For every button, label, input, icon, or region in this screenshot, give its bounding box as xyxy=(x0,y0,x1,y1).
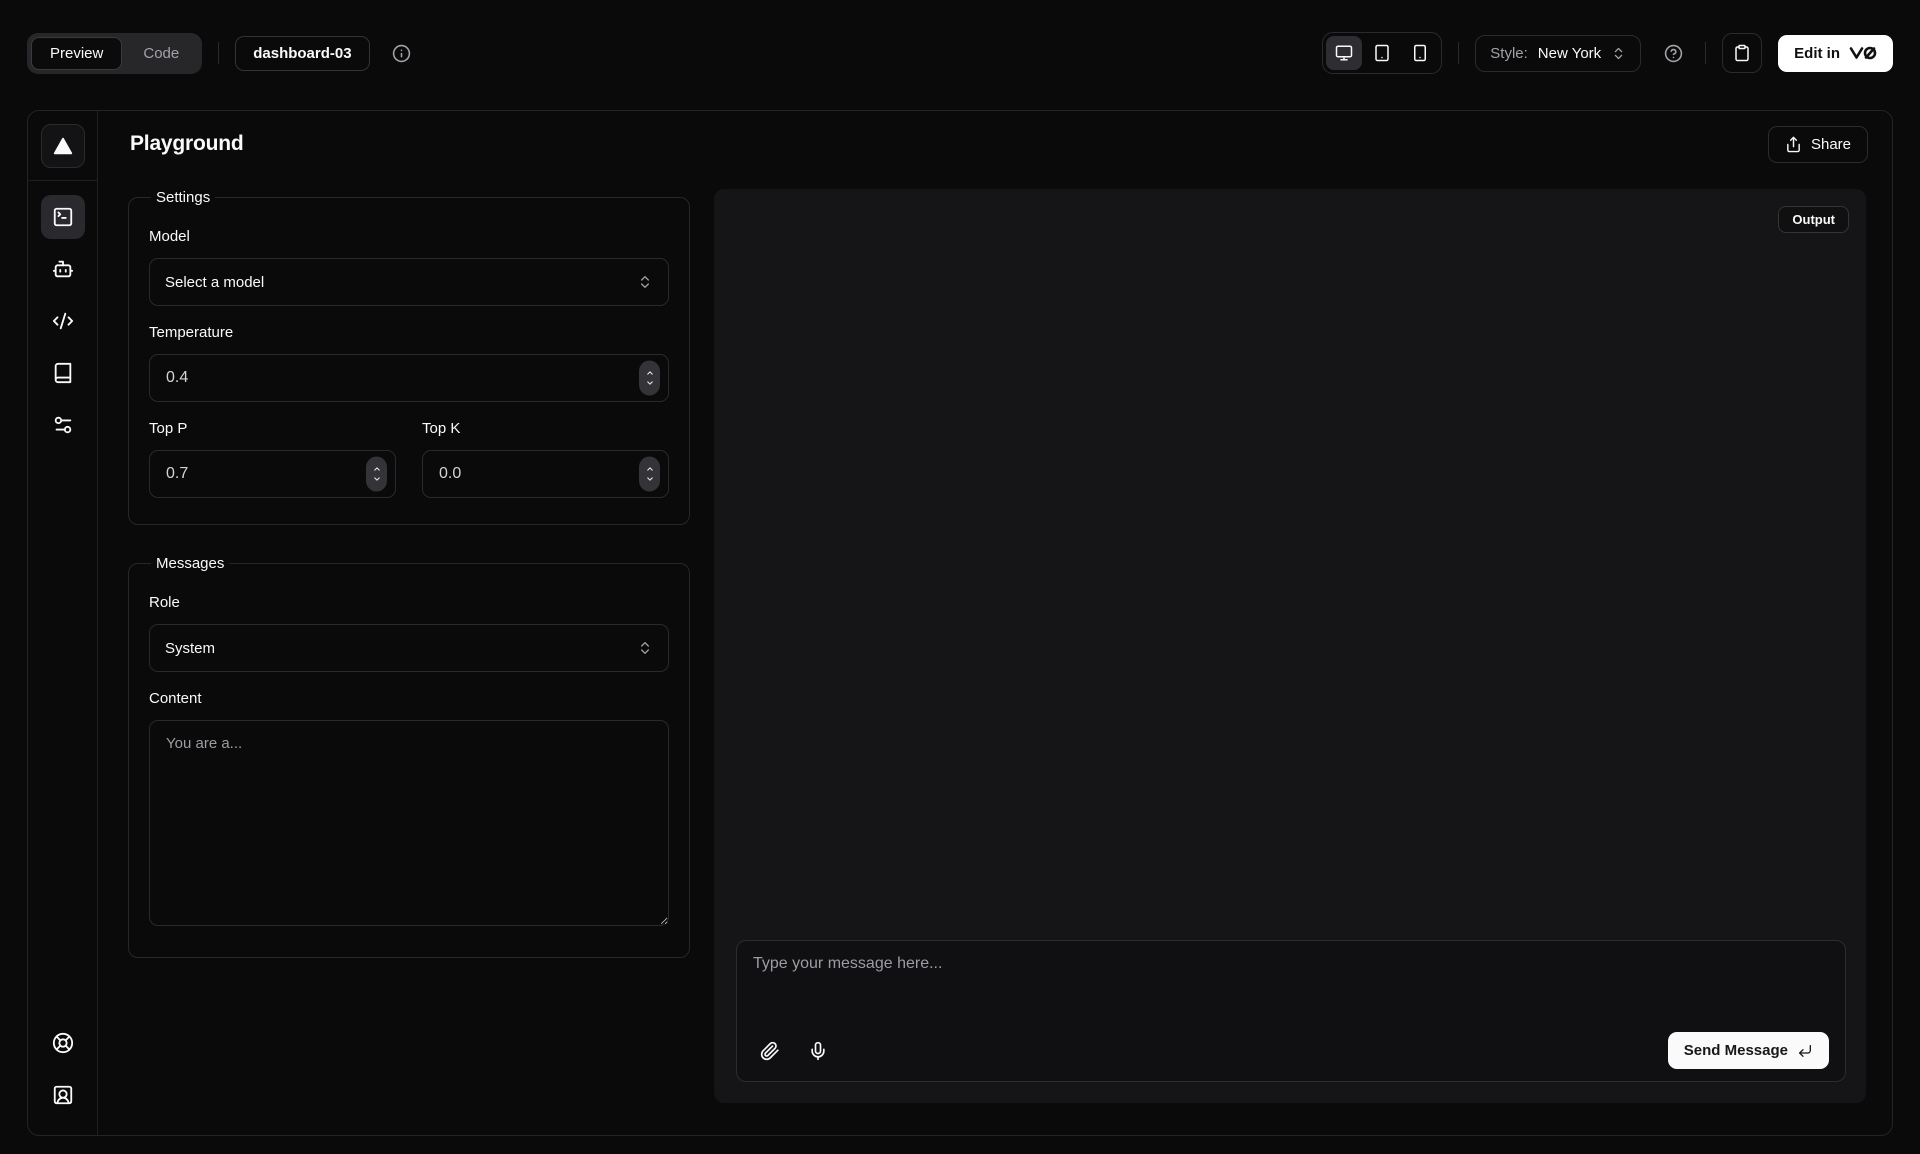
role-select[interactable]: System xyxy=(149,624,669,672)
share-label: Share xyxy=(1811,136,1851,153)
square-terminal-icon xyxy=(52,206,74,228)
sidebar-item-settings[interactable] xyxy=(41,403,85,447)
bot-icon xyxy=(52,258,74,280)
app-logo-button[interactable] xyxy=(41,124,85,168)
temperature-input[interactable] xyxy=(149,354,669,402)
top-p-input[interactable] xyxy=(149,450,396,498)
model-label: Model xyxy=(149,228,669,245)
chevron-down-icon xyxy=(371,475,383,484)
chevron-up-icon xyxy=(644,369,656,378)
chevron-up-icon xyxy=(371,465,383,474)
square-user-icon xyxy=(52,1084,74,1106)
attach-file-button[interactable] xyxy=(753,1034,787,1068)
sidebar-footer xyxy=(41,1021,85,1117)
edit-in-label: Edit in xyxy=(1794,45,1840,62)
copy-code-button[interactable] xyxy=(1722,33,1762,73)
messages-legend: Messages xyxy=(151,555,229,572)
divider xyxy=(218,42,219,64)
chevrons-up-down-icon xyxy=(1611,46,1626,61)
mic-icon xyxy=(808,1041,828,1061)
output-panel: Output Send Message xyxy=(714,189,1866,1103)
triangle-logo-icon xyxy=(52,135,74,157)
content-textarea[interactable] xyxy=(149,720,669,926)
top-k-input[interactable] xyxy=(422,450,669,498)
role-label: Role xyxy=(149,594,669,611)
top-toolbar: Preview Code dashboard-03 Style: New Yor… xyxy=(0,0,1920,106)
app-sidebar xyxy=(28,111,98,1135)
sidebar-item-help[interactable] xyxy=(41,1021,85,1065)
preview-frame: Playground Share Settings Model Select a… xyxy=(27,110,1893,1136)
smartphone-icon xyxy=(1411,44,1429,62)
help-icon[interactable] xyxy=(1657,37,1689,69)
sidebar-item-playground[interactable] xyxy=(41,195,85,239)
model-select[interactable]: Select a model xyxy=(149,258,669,306)
divider xyxy=(1458,42,1459,64)
model-select-value: Select a model xyxy=(165,274,264,291)
settings-form: Settings Model Select a model Temperatur… xyxy=(128,189,690,1103)
top-p-label: Top P xyxy=(149,420,396,437)
book-icon xyxy=(52,362,74,384)
divider xyxy=(1705,42,1706,64)
sidebar-item-api[interactable] xyxy=(41,299,85,343)
temperature-stepper[interactable] xyxy=(639,361,660,396)
message-input[interactable] xyxy=(753,955,1829,1017)
top-p-stepper[interactable] xyxy=(366,457,387,492)
share-icon xyxy=(1785,136,1802,153)
send-message-button[interactable]: Send Message xyxy=(1668,1032,1829,1069)
chevron-down-icon xyxy=(644,475,656,484)
top-k-label: Top K xyxy=(422,420,669,437)
mobile-view-button[interactable] xyxy=(1402,36,1438,70)
top-k-stepper[interactable] xyxy=(639,457,660,492)
page-title: Playground xyxy=(130,132,244,156)
style-select-value: New York xyxy=(1538,45,1601,62)
settings-legend: Settings xyxy=(151,189,215,206)
block-name-badge[interactable]: dashboard-03 xyxy=(235,36,369,71)
tab-code[interactable]: Code xyxy=(124,37,198,70)
output-badge: Output xyxy=(1778,206,1849,233)
sidebar-item-models[interactable] xyxy=(41,247,85,291)
preview-code-toggle: Preview Code xyxy=(27,33,202,74)
info-icon[interactable] xyxy=(386,37,418,69)
style-select-label: Style: xyxy=(1490,45,1528,62)
sidebar-item-documentation[interactable] xyxy=(41,351,85,395)
chevron-up-icon xyxy=(644,465,656,474)
corner-down-left-icon xyxy=(1797,1043,1813,1059)
clipboard-icon xyxy=(1733,44,1751,62)
messages-fieldset: Messages Role System Content xyxy=(128,555,690,958)
life-buoy-icon xyxy=(52,1032,74,1054)
chevron-down-icon xyxy=(644,379,656,388)
page-header: Playground Share xyxy=(98,111,1892,177)
style-select[interactable]: Style: New York xyxy=(1475,35,1641,72)
settings-sliders-icon xyxy=(52,414,74,436)
content-label: Content xyxy=(149,690,669,707)
tab-preview[interactable]: Preview xyxy=(31,37,122,70)
microphone-button[interactable] xyxy=(801,1034,835,1068)
code-icon xyxy=(52,310,74,332)
sidebar-item-account[interactable] xyxy=(41,1073,85,1117)
message-composer: Send Message xyxy=(736,940,1846,1082)
chevrons-up-down-icon xyxy=(637,640,653,656)
chevrons-up-down-icon xyxy=(637,274,653,290)
tablet-view-button[interactable] xyxy=(1364,36,1400,70)
temperature-label: Temperature xyxy=(149,324,669,341)
paperclip-icon xyxy=(760,1041,780,1061)
role-select-value: System xyxy=(165,640,215,657)
device-preview-toggle xyxy=(1322,32,1442,74)
tablet-icon xyxy=(1373,44,1391,62)
share-button[interactable]: Share xyxy=(1768,126,1868,163)
edit-in-v0-button[interactable]: Edit in xyxy=(1778,35,1893,72)
settings-fieldset: Settings Model Select a model Temperatur… xyxy=(128,189,690,525)
monitor-icon xyxy=(1335,44,1353,62)
sidebar-nav xyxy=(41,195,85,1021)
v0-logo-icon xyxy=(1849,46,1877,60)
desktop-view-button[interactable] xyxy=(1326,36,1362,70)
send-message-label: Send Message xyxy=(1684,1042,1788,1059)
